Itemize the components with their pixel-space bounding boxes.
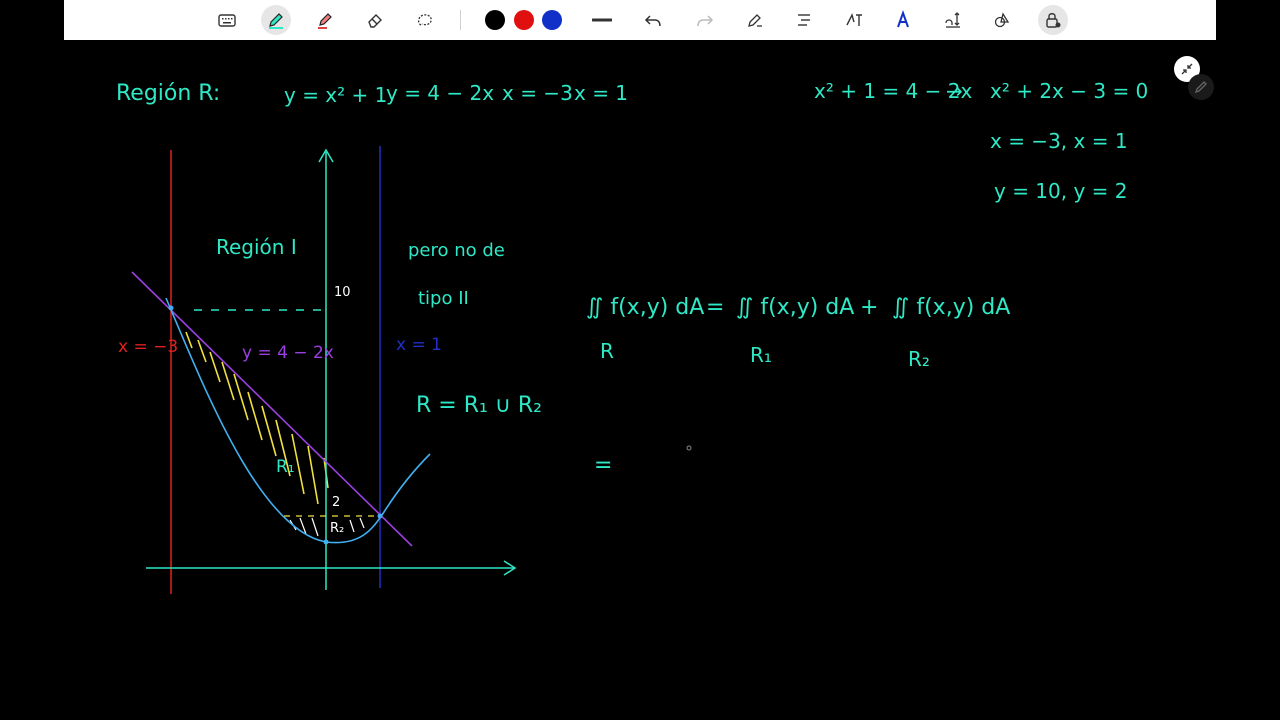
bound-2-eq: x = 1 [574,81,628,105]
toolbar [64,0,1216,40]
r2-hatching [289,517,365,537]
integral-r2: ∬ f(x,y) dA [892,295,1010,320]
stray-dot [686,445,692,451]
intersection-point-1 [168,305,174,311]
equals-sign-2: = [594,453,612,478]
ink-to-text-icon[interactable] [839,5,869,35]
integral-main-sub: R [600,339,614,363]
label-r1: R₁ [276,457,295,477]
plus-sign: + [860,295,878,320]
label-10: 10 [334,285,351,300]
highlighter-icon[interactable] [310,5,340,35]
label-x-neg3: x = −3 [118,337,178,357]
region-title: Región R: [116,81,220,106]
integral-r1: ∬ f(x,y) dA [736,295,854,320]
curve-2-eq: y = 4 − 2x [386,81,494,105]
vertex-point [323,539,329,545]
align-icon[interactable] [789,5,819,35]
arrow-sign: → [946,79,963,103]
intersection-point-2 [377,513,383,519]
label-x-1: x = 1 [396,335,442,355]
redo-icon[interactable] [690,5,720,35]
keyboard-icon[interactable] [212,5,242,35]
y-values-eq: y = 10, y = 2 [994,179,1128,203]
lock-icon[interactable] [1038,5,1068,35]
region-type-1: Región I [216,235,297,259]
shapes-icon[interactable] [988,5,1018,35]
quadratic-eq: x² + 2x − 3 = 0 [990,79,1148,103]
label-r2: R₂ [330,521,344,536]
undo-icon[interactable] [638,5,668,35]
color-red[interactable] [514,10,534,30]
integral-main: ∬ f(x,y) dA [586,295,704,320]
parabola [165,297,431,544]
integral-r2-sub: R₂ [908,347,930,371]
eraser-icon[interactable] [360,5,390,35]
pen-icon[interactable] [261,5,291,35]
integral-r1-sub: R₁ [750,343,772,367]
color-black[interactable] [485,10,505,30]
color-blue[interactable] [542,10,562,30]
line-icon[interactable] [587,5,617,35]
roots-eq: x = −3, x = 1 [990,129,1128,153]
curve-1-eq: y = x² + 1 [284,83,387,107]
font-a-icon[interactable] [888,5,918,35]
ink-canvas[interactable]: Región R: y = x² + 1 y = 4 − 2x x = −3 x… [0,40,1280,720]
ink-to-shape-icon[interactable] [740,5,770,35]
graph: x = −3 x = 1 y = 4 − 2x 10 2 R₁ R₂ [118,146,517,594]
bound-1-eq: x = −3 [502,81,573,105]
text-spacing-icon[interactable] [938,5,968,35]
label-2: 2 [332,495,340,510]
union-eq: R = R₁ ∪ R₂ [416,393,542,418]
not-type-2-line1: pero no de [408,240,505,261]
not-type-2-line2: tipo II [418,288,469,309]
equals-sign: = [706,295,724,320]
toolbar-separator [460,10,461,30]
label-line: y = 4 − 2x [242,343,334,363]
lasso-icon[interactable] [410,5,440,35]
